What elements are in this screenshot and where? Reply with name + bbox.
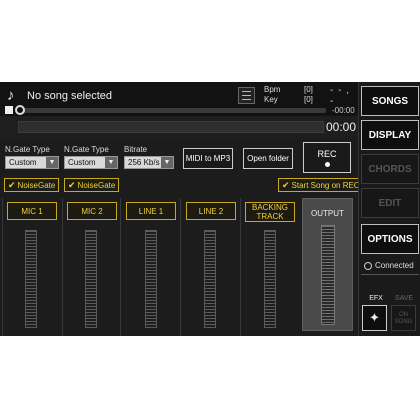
ngate-type-2-select[interactable]: Custom ▼ bbox=[64, 156, 118, 169]
efx-label: EFX bbox=[369, 295, 383, 302]
midi-to-mp3-button[interactable]: MIDI to MP3 bbox=[183, 148, 233, 169]
chords-button[interactable]: CHORDS bbox=[361, 154, 419, 184]
stop-icon[interactable] bbox=[5, 106, 13, 114]
channel-line-1: LINE 1 bbox=[120, 198, 180, 336]
rec-button[interactable]: REC bbox=[303, 142, 351, 173]
seek-track[interactable] bbox=[20, 108, 326, 113]
chevron-down-icon: ▼ bbox=[105, 157, 117, 168]
ngate-type-2: N.Gate Type Custom ▼ bbox=[64, 145, 118, 169]
checkmark-icon: ✔ bbox=[282, 179, 290, 190]
sidebar: SONGS DISPLAY CHORDS EDIT OPTIONS Connec… bbox=[358, 82, 420, 336]
options-button[interactable]: OPTIONS bbox=[361, 224, 419, 254]
channel-button-mic-2[interactable]: MIC 2 bbox=[67, 202, 117, 220]
time-remaining: -00:00 bbox=[332, 106, 355, 115]
channel-button-line-2[interactable]: LINE 2 bbox=[186, 202, 236, 220]
output-panel: OUTPUT bbox=[302, 198, 353, 331]
song-bar: ♪ No song selected Bpm [0] Key [0] - - ,… bbox=[0, 82, 358, 116]
globe-icon bbox=[364, 261, 372, 270]
record-icon bbox=[324, 162, 330, 167]
checkmark-icon: ✔ bbox=[68, 179, 76, 190]
output-meter bbox=[321, 225, 335, 325]
key-value: [0] bbox=[304, 95, 313, 104]
bpm-label: Bpm bbox=[264, 85, 281, 94]
ngate-type-1: N.Gate Type Custom ▼ bbox=[5, 145, 59, 169]
channel-button-backing-track[interactable]: BACKING TRACK bbox=[245, 202, 295, 222]
display-button[interactable]: DISPLAY bbox=[361, 120, 419, 150]
fader-mic-2[interactable] bbox=[85, 230, 97, 328]
song-progress-bar[interactable] bbox=[18, 121, 324, 133]
bitrate-label: Bitrate bbox=[124, 145, 148, 154]
bitrate-value: 256 Kb/s bbox=[128, 158, 160, 167]
channel-button-mic-1[interactable]: MIC 1 bbox=[7, 202, 57, 220]
chevron-down-icon: ▼ bbox=[161, 157, 173, 168]
noisegate-1-label: NoiseGate bbox=[17, 180, 56, 190]
fader-backing-track[interactable] bbox=[264, 230, 276, 328]
key-label: Key bbox=[264, 95, 278, 104]
fader-line-2[interactable] bbox=[204, 230, 216, 328]
open-folder-button[interactable]: Open folder bbox=[243, 148, 293, 169]
seek-handle[interactable] bbox=[15, 105, 25, 115]
checkmark-icon: ✔ bbox=[8, 179, 16, 190]
connection-status-text: Connected bbox=[375, 261, 414, 270]
ngate-type-2-value: Custom bbox=[68, 158, 96, 167]
bitrate-select[interactable]: 256 Kb/s ▼ bbox=[124, 156, 174, 169]
fader-line-1[interactable] bbox=[145, 230, 157, 328]
noisegate-1-checkbox[interactable]: ✔ NoiseGate bbox=[4, 178, 60, 192]
playlist-icon[interactable] bbox=[238, 87, 255, 104]
elapsed-time: 00:00 bbox=[326, 120, 357, 134]
ngate-type-2-label: N.Gate Type bbox=[64, 145, 109, 154]
noisegate-2-checkbox[interactable]: ✔ NoiseGate bbox=[64, 178, 120, 192]
music-note-icon: ♪ bbox=[7, 87, 15, 104]
output-label: OUTPUT bbox=[311, 209, 344, 218]
start-song-on-rec-checkbox[interactable]: ✔ Start Song on REC bbox=[278, 178, 364, 192]
noisegate-2-label: NoiseGate bbox=[77, 180, 116, 190]
chevron-down-icon: ▼ bbox=[46, 157, 58, 168]
channel-mic-2: MIC 2 bbox=[62, 198, 120, 336]
start-song-on-rec-label: Start Song on REC bbox=[291, 180, 360, 190]
channel-line-2: LINE 2 bbox=[180, 198, 238, 336]
save-on-song-button[interactable]: ON SONG bbox=[391, 305, 416, 331]
ngate-type-1-select[interactable]: Custom ▼ bbox=[5, 156, 59, 169]
mixer-channels: MIC 1 MIC 2 LINE 1 LINE 2 BACKING TRACK … bbox=[0, 198, 358, 336]
bpm-value: [0] bbox=[304, 85, 313, 94]
app-window: ♪ No song selected Bpm [0] Key [0] - - ,… bbox=[0, 82, 420, 336]
connection-status: Connected bbox=[361, 257, 419, 275]
songs-button[interactable]: SONGS bbox=[361, 86, 419, 116]
channel-backing-track: BACKING TRACK bbox=[240, 198, 300, 336]
fader-mic-1[interactable] bbox=[25, 230, 37, 328]
rec-label: REC bbox=[317, 149, 337, 159]
ngate-type-1-value: Custom bbox=[9, 158, 37, 167]
time-display-top: - - , - bbox=[330, 85, 350, 107]
magic-wand-icon[interactable]: ✦ bbox=[362, 305, 387, 331]
save-label: SAVE bbox=[394, 295, 414, 302]
bitrate: Bitrate 256 Kb/s ▼ bbox=[124, 145, 174, 169]
progress-row: 00:00 bbox=[0, 116, 358, 138]
channel-button-line-1[interactable]: LINE 1 bbox=[126, 202, 176, 220]
edit-button[interactable]: EDIT bbox=[361, 188, 419, 218]
song-title[interactable]: No song selected bbox=[27, 90, 112, 102]
channel-mic-1: MIC 1 bbox=[2, 198, 60, 336]
ngate-type-1-label: N.Gate Type bbox=[5, 145, 50, 154]
